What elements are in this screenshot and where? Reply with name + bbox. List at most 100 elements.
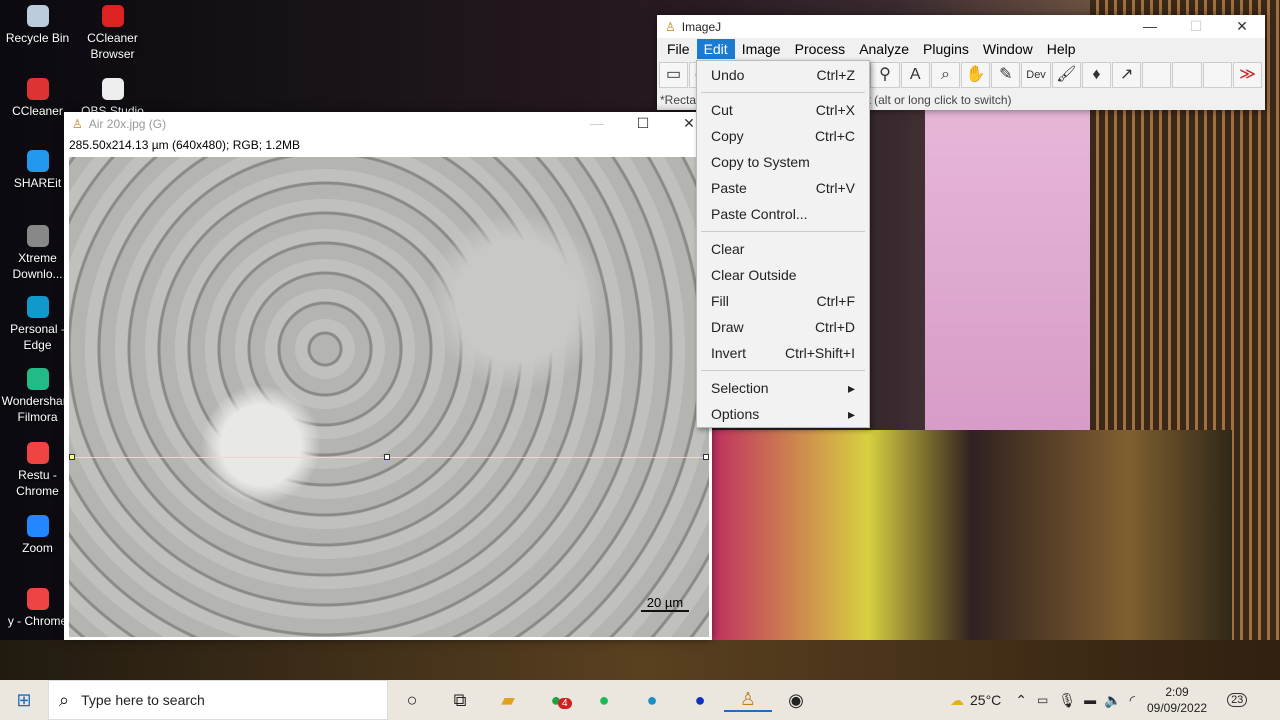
menu-item-label: Options — [711, 406, 760, 422]
menu-file[interactable]: File — [660, 39, 697, 59]
menu-edit[interactable]: Edit — [696, 39, 735, 59]
menu-item-shortcut: Ctrl+X — [815, 102, 855, 118]
selection-handle[interactable] — [703, 454, 709, 460]
menu-item-undo[interactable]: Undo Ctrl+Z — [697, 62, 869, 88]
time: 2:09 — [1165, 685, 1189, 699]
selection-handle[interactable] — [384, 454, 390, 460]
search-box[interactable]: ⌕ Type here to search — [48, 680, 388, 720]
menu-item-shortcut: ▸ — [847, 405, 855, 422]
search-icon: ⌕ — [59, 689, 70, 710]
maximize-button[interactable]: ☐ — [620, 115, 666, 132]
menu-separator — [701, 370, 865, 371]
menu-item-options[interactable]: Options ▸ — [697, 401, 869, 427]
menu-item-paste-control[interactable]: Paste Control... — [697, 201, 869, 227]
edge-icon[interactable]: ● — [628, 690, 676, 711]
close-button[interactable]: ✕ — [1219, 18, 1265, 35]
menu-item-label: Copy to System — [711, 154, 810, 170]
desktop-icon-label: CCleaner Browser — [87, 31, 138, 61]
desktop-icon-ccleaner-browser[interactable]: CCleaner Browser — [75, 5, 150, 62]
image-titlebar[interactable]: ♙ Air 20x.jpg (G) — ☐ ✕ — [64, 112, 712, 135]
menu-item-label: Invert — [711, 345, 747, 361]
menu-help[interactable]: Help — [1040, 39, 1083, 59]
menu-item-copy-to-system[interactable]: Copy to System — [697, 149, 869, 175]
app-icon[interactable]: ● — [676, 690, 724, 711]
imagej-taskbar-icon[interactable]: ♙ — [724, 689, 772, 712]
minimize-button[interactable]: — — [1127, 18, 1173, 35]
empty-slot-tool[interactable] — [1202, 62, 1232, 88]
menu-item-label: Selection — [711, 380, 769, 396]
menu-item-fill[interactable]: Fill Ctrl+F — [697, 288, 869, 314]
task-view-icon[interactable]: ⧉ — [436, 690, 484, 711]
wand-tool[interactable]: ⚲ — [870, 62, 900, 88]
empty-slot-tool[interactable] — [1172, 62, 1202, 88]
menu-item-label: Clear Outside — [711, 267, 797, 283]
more-tool[interactable]: ≫ — [1232, 62, 1263, 88]
menu-process[interactable]: Process — [788, 39, 853, 59]
menu-analyze[interactable]: Analyze — [852, 39, 916, 59]
edit-menu: Undo Ctrl+Z Cut Ctrl+X Copy Ctrl+C Copy to Sys… — [696, 60, 870, 428]
weather-temp[interactable]: 25°C — [970, 692, 1001, 708]
color-picker-tool[interactable]: ✎ — [991, 62, 1021, 88]
desktop-icon-label: CCleaner — [12, 104, 63, 118]
whatsapp-icon[interactable]: ● 4 — [532, 690, 580, 711]
scale-bar: 20 µm — [641, 595, 689, 612]
dev-tool[interactable]: Dev — [1021, 62, 1051, 88]
microphone-icon[interactable]: 🎙 — [1058, 692, 1076, 709]
text-tool[interactable]: A — [900, 62, 930, 88]
menu-item-label: Copy — [711, 128, 744, 144]
menu-separator — [701, 92, 865, 93]
menu-item-clear-outside[interactable]: Clear Outside — [697, 262, 869, 288]
desktop-icon-label: Wondershare Filmora — [1, 394, 74, 424]
magnifier-tool[interactable]: ⌕ — [930, 62, 961, 88]
ccleaner-icon — [26, 78, 49, 100]
menu-item-clear[interactable]: Clear — [697, 236, 869, 262]
flood-fill-tool[interactable]: ♦ — [1081, 62, 1112, 88]
microscope-icon: ♙ — [72, 116, 83, 131]
desktop-icon-label: Recycle Bin — [5, 31, 70, 45]
menu-item-shortcut: ▸ — [847, 379, 855, 396]
battery-icon[interactable]: ▬ — [1084, 693, 1096, 707]
cortana-icon[interactable]: ○ — [388, 690, 436, 711]
imagej-titlebar[interactable]: ♙ ImageJ — ☐ ✕ — [657, 15, 1265, 38]
menu-window[interactable]: Window — [976, 39, 1040, 59]
shareit-icon — [26, 150, 49, 172]
clock[interactable]: 2:09 09/09/2022 — [1147, 684, 1207, 716]
menu-item-paste[interactable]: Paste Ctrl+V — [697, 175, 869, 201]
arrow-tool[interactable]: ↗ — [1112, 62, 1142, 88]
desktop-icon-recycle-bin[interactable]: Recycle Bin — [0, 5, 75, 46]
volume-icon[interactable]: 🔈 — [1104, 692, 1121, 709]
spotify-icon[interactable]: ● — [580, 690, 628, 711]
show-hidden-icons[interactable]: ⌃ — [1015, 692, 1027, 709]
menu-image[interactable]: Image — [735, 39, 788, 59]
rectangle-tool[interactable]: ▭ — [659, 62, 689, 88]
wifi-icon[interactable]: ◜ — [1130, 692, 1135, 709]
menu-item-label: Paste Control... — [711, 206, 808, 222]
windows-start-button[interactable]: ⊞ — [0, 690, 48, 711]
menu-plugins[interactable]: Plugins — [916, 39, 976, 59]
camera-icon[interactable]: ▭ — [1037, 693, 1048, 707]
menu-item-label: Paste — [711, 180, 747, 196]
micrograph-canvas[interactable]: 20 µm — [69, 157, 709, 637]
maximize-button[interactable]: ☐ — [1173, 18, 1219, 35]
menu-item-draw[interactable]: Draw Ctrl+D — [697, 314, 869, 340]
menu-item-copy[interactable]: Copy Ctrl+C — [697, 123, 869, 149]
selection-handle[interactable] — [69, 454, 75, 460]
menu-item-cut[interactable]: Cut Ctrl+X — [697, 97, 869, 123]
menu-item-label: Draw — [711, 319, 744, 335]
hand-tool[interactable]: ✋ — [961, 62, 991, 88]
recycle-bin-icon — [26, 5, 49, 27]
file-explorer-icon[interactable]: ▰ — [484, 690, 532, 711]
empty-slot-tool[interactable] — [1142, 62, 1172, 88]
menu-item-label: Cut — [711, 102, 733, 118]
whatsapp-badge: 4 — [558, 697, 572, 709]
menu-item-shortcut: Ctrl+Shift+I — [784, 345, 855, 361]
menu-item-label: Undo — [711, 67, 745, 83]
image-info: 285.50x214.13 µm (640x480); RGB; 1.2MB — [69, 138, 301, 152]
obs-icon[interactable]: ◉ — [772, 690, 820, 711]
menu-item-invert[interactable]: Invert Ctrl+Shift+I — [697, 340, 869, 366]
notification-icon[interactable]: 23 — [1227, 693, 1248, 707]
minimize-button[interactable]: — — [574, 115, 620, 132]
menu-item-selection[interactable]: Selection ▸ — [697, 375, 869, 401]
brush-tool[interactable]: 🖌 — [1051, 62, 1081, 88]
desktop-icon-label: y - Chrome — [7, 614, 68, 628]
